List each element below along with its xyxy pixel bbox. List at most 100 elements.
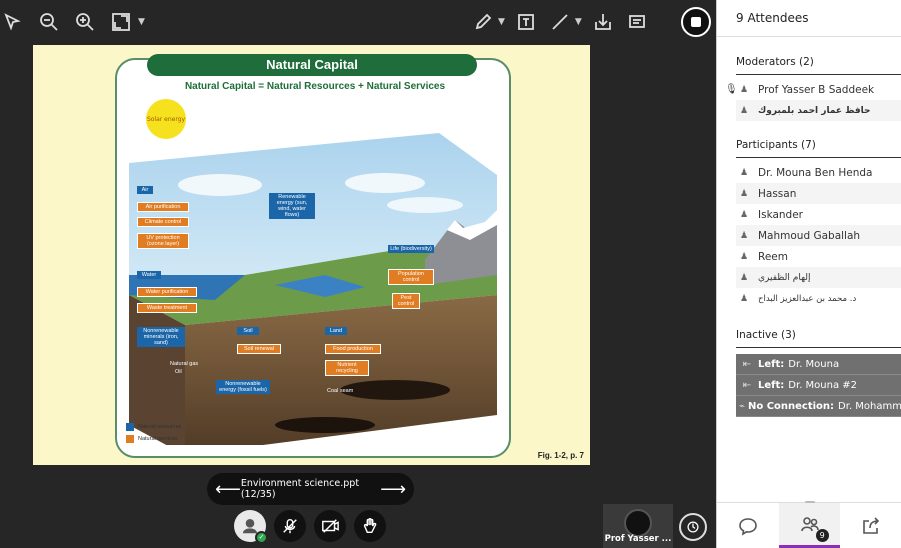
hand-icon [363, 517, 377, 534]
pen-tool-button[interactable] [470, 9, 496, 35]
media-controls: ✓ [234, 510, 386, 544]
cloud [178, 174, 262, 196]
share-view-button[interactable] [624, 9, 650, 35]
inactive-list: ⇤ Left: Dr. Mouna ⇤ Left: Dr. Mouna #2 ⌁ No C… [736, 354, 901, 417]
line-tool-button[interactable] [547, 9, 573, 35]
attendee-name: Prof Yasser B Saddeek [758, 83, 875, 96]
fossil-fuel-deposit [275, 417, 375, 433]
person-icon: ♟ [740, 105, 749, 116]
session-timer-button[interactable] [679, 513, 707, 541]
slide-subtitle: Natural Capital = Natural Resources + Na… [184, 81, 446, 92]
label-land: Land [325, 327, 347, 335]
pencil-icon [475, 13, 492, 30]
attendee-name: Iskander [758, 208, 803, 221]
zoom-out-icon [40, 13, 58, 31]
text-icon [518, 14, 534, 30]
attendee-name: Hassan [758, 187, 797, 200]
expand-icon [112, 13, 130, 31]
label-waste-treatment: Waste treatment [137, 303, 197, 313]
legend-item: Natural resources [126, 423, 181, 431]
label-nutrient-recycling: Nutrient recycling [325, 360, 369, 376]
pen-dropdown-chevron-icon[interactable]: ▼ [498, 17, 505, 27]
attendee-name: حافظ عمار احمد بلمبروك [758, 105, 871, 116]
tab-attendees[interactable]: 9 [778, 503, 841, 548]
microphone-toggle-button[interactable] [274, 510, 306, 542]
tab-share-content[interactable] [840, 503, 901, 548]
label-uv-protection: UV protection (ozone layer) [137, 233, 189, 249]
moderators-section: Moderators (2) 🎙 ♟ Prof Yasser B Saddeek ♟… [725, 56, 901, 121]
participants-heading: Participants (7) [736, 139, 901, 158]
inactive-heading: Inactive (3) [736, 329, 901, 348]
exit-icon: ⇤ [742, 379, 752, 391]
pointer-tool-button[interactable] [0, 9, 26, 35]
slide-canvas: Natural Capital Natural Capital = Natura… [33, 45, 590, 465]
stop-sharing-button[interactable] [681, 7, 711, 37]
person-icon: ♟ [740, 251, 749, 262]
label-oil: Oil [175, 369, 182, 375]
share-icon [863, 516, 880, 534]
person-icon: ♟ [740, 84, 749, 95]
list-item[interactable]: ♟ Dr. Mouna Ben Henda [736, 162, 901, 183]
list-item[interactable]: ⇤ Left: Dr. Mouna [736, 354, 901, 375]
tab-chat[interactable] [717, 503, 779, 548]
text-tool-button[interactable] [513, 9, 539, 35]
person-icon: ♟ [740, 272, 749, 283]
camera-off-icon [322, 519, 339, 533]
presenter-video-tile[interactable]: Prof Yasser ... [603, 504, 673, 548]
label-pest-control: Pest control [392, 293, 420, 309]
label-population-control: Population control [388, 269, 434, 285]
label-natural-gas: Natural gas [170, 361, 199, 367]
microphone-icon: 🎙 [725, 84, 738, 95]
list-item[interactable]: ♟ Hassan [736, 183, 901, 204]
coal-seam [340, 380, 450, 400]
list-item[interactable]: ♟ د. محمد بن عبدالعزيز البداح [736, 288, 901, 309]
download-button[interactable] [590, 9, 616, 35]
attendee-name: Dr. Mouna #2 [788, 379, 858, 391]
label-nonrenewable-minerals: Nonrenewable minerals (iron, sand) [137, 327, 185, 347]
list-item[interactable]: ♟ Iskander [736, 204, 901, 225]
list-item[interactable]: ♟ Mahmoud Gaballah [736, 225, 901, 246]
camera-toggle-button[interactable] [314, 510, 346, 542]
label-food-production: Food production [325, 344, 381, 354]
status-label: No Connection: [747, 400, 835, 412]
attendee-name: Dr. Mohamm [838, 400, 901, 412]
attendee-name: Reem [758, 250, 788, 263]
panel-tabs: 9 [717, 501, 901, 548]
disconnected-icon: ⌁ [738, 400, 745, 412]
status-label: Left: [758, 358, 785, 370]
attendee-count-badge: 9 [815, 529, 829, 542]
attendee-name: Mahmoud Gaballah [758, 229, 861, 242]
attendee-name: د. محمد بن عبدالعزيز البداح [758, 293, 857, 304]
zoom-toolbar: ▼ [0, 8, 145, 36]
cloud [345, 173, 425, 193]
raise-hand-button[interactable] [354, 510, 386, 542]
zoom-in-button[interactable] [72, 9, 98, 35]
list-item[interactable]: ♟ إلهام الظفيري [736, 267, 901, 288]
zoom-dropdown-chevron-icon[interactable]: ▼ [138, 17, 145, 27]
next-slide-arrow-icon[interactable]: ⟶ [380, 479, 406, 500]
list-item[interactable]: ⇤ Left: Dr. Mouna #2 [736, 375, 901, 396]
slide-position: (12/35) [240, 489, 276, 500]
previous-slide-arrow-icon[interactable]: ⟵ [215, 479, 241, 500]
my-status-button[interactable]: ✓ [234, 510, 268, 544]
microphone-off-icon [283, 518, 297, 534]
slide-legend: Natural resources Natural services [126, 423, 181, 447]
label-air-purification: Air purification [137, 202, 189, 212]
line-dropdown-chevron-icon[interactable]: ▼ [575, 17, 582, 27]
attendee-name: Dr. Mouna [788, 358, 840, 370]
label-life: Life (biodiversity) [388, 245, 434, 253]
label-water: Water [137, 271, 161, 279]
zoom-in-icon [76, 13, 94, 31]
presenter-name: Prof Yasser ... [604, 534, 672, 544]
list-item[interactable]: 🎙 ♟ Prof Yasser B Saddeek [725, 79, 901, 100]
zoom-out-button[interactable] [36, 9, 62, 35]
attendee-name: Dr. Mouna Ben Henda [758, 166, 873, 179]
list-item[interactable]: ♟ Reem [736, 246, 901, 267]
label-soil: Soil [237, 327, 259, 335]
list-item[interactable]: ⌁ No Connection: Dr. Mohamm [736, 396, 901, 417]
fit-to-screen-button[interactable] [108, 9, 134, 35]
natural-capital-diagram [129, 133, 497, 445]
panel-title: 9 Attendees [717, 0, 901, 37]
list-item[interactable]: ♟ حافظ عمار احمد بلمبروك [736, 100, 901, 121]
label-nonrenewable-energy: Nonrenewable energy (fossil fuels) [216, 380, 270, 394]
